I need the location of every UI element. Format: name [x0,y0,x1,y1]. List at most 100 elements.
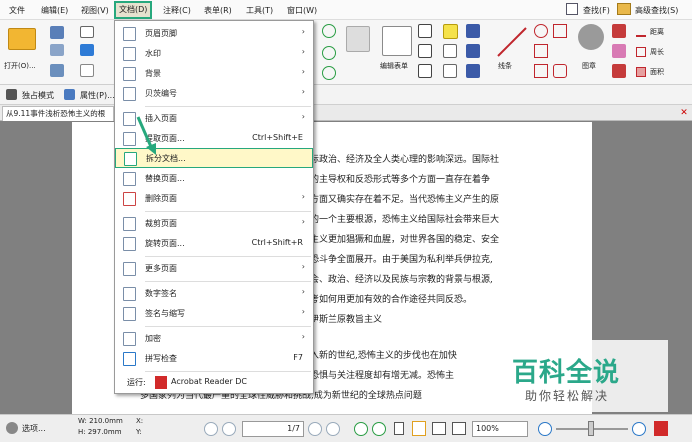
menu-view[interactable]: 视图(V) [78,3,112,18]
zoom-in-icon[interactable] [322,24,336,38]
menu-item-background[interactable]: 背景 › [115,64,313,84]
crop-pages-icon [123,217,136,231]
document-tab[interactable]: 从9.11事件浅析恐怖主义的根 [2,106,114,121]
page-number-input[interactable]: 1/7 [242,421,304,437]
single-page-icon[interactable] [394,422,404,435]
zoom-in-status-icon[interactable] [632,422,646,436]
lines-label[interactable]: 线条 [498,61,512,71]
page-height: H: 297.0mm [78,428,122,436]
zoom-slider-handle[interactable] [588,421,594,436]
note-icon[interactable] [466,24,480,38]
menu-item-rotate-pages[interactable]: 旋转页面... Ctrl+Shift+R [115,234,313,254]
sound-icon[interactable] [466,64,480,78]
pencil-icon[interactable] [612,64,626,78]
menu-item-digital-signature[interactable]: 数字签名 › [115,284,313,304]
prev-page-icon[interactable] [222,422,236,436]
menu-item-spell-check[interactable]: 拼写检查 F7 [115,349,313,369]
edit-form-icon[interactable] [382,26,412,56]
line-tool-icon[interactable] [494,24,534,60]
menu-item-header-footer[interactable]: 页眉页脚 › [115,24,313,44]
watermark-icon [123,47,136,61]
menu-tools[interactable]: 工具(T) [243,3,276,18]
text-box-icon[interactable] [418,44,432,58]
find-button[interactable]: 查找(F) [580,3,613,18]
polygon-icon[interactable] [534,44,548,58]
next-page-icon[interactable] [308,422,322,436]
cloud-icon[interactable] [553,24,567,38]
menu-item-more-pages[interactable]: 更多页面 › [115,259,313,279]
facing-page-icon[interactable] [432,422,446,435]
doc-line: 会、政治、经济以及民族与宗教的背景与根源, [310,275,493,285]
area-label[interactable]: 面积 [650,67,664,77]
zoom-dropdown-icon[interactable] [346,26,370,52]
menu-item-replace-pages[interactable]: 替换页面... [115,169,313,189]
open-label[interactable]: 打开(O)... [4,61,36,71]
continuous-facing-icon[interactable] [452,422,466,435]
perimeter-label[interactable]: 周长 [650,47,664,57]
forward-icon[interactable] [372,422,386,436]
open-folder-icon[interactable] [8,28,36,50]
rotate-left-icon[interactable] [322,46,336,60]
eraser-icon[interactable] [612,24,626,38]
edit-form-label[interactable]: 编辑表单 [380,61,408,71]
strikeout-icon[interactable] [443,44,457,58]
distance-label[interactable]: 距离 [650,27,664,37]
zoom-select[interactable]: 100% [472,421,528,437]
stamp-label[interactable]: 图章 [582,61,596,71]
menu-item-run-app[interactable]: 运行: Acrobat Reader DC [115,373,313,393]
menu-separator [145,326,311,327]
menu-item-bates-number[interactable]: 贝茨编号 › [115,84,313,104]
advanced-find-button[interactable]: 高级查找(S) [632,3,681,18]
properties-button[interactable]: 属性(P)... [80,90,115,101]
menu-file[interactable]: 文件 [6,3,28,18]
menu-item-encrypt[interactable]: 加密 › [115,329,313,349]
properties-icon [64,89,75,100]
text-list-icon[interactable] [418,64,432,78]
perimeter-icon [636,47,646,57]
menu-document[interactable]: 文档(D) [114,1,153,19]
pdf-icon[interactable] [654,421,668,436]
scan-icon[interactable] [50,64,64,77]
continuous-page-icon[interactable] [412,421,426,436]
menu-comment[interactable]: 注释(C) [160,3,194,18]
print-icon[interactable] [50,44,64,56]
email-icon[interactable] [80,26,94,38]
rotate-right-icon[interactable] [322,66,336,80]
zoom-out-icon[interactable] [538,422,552,436]
options-button[interactable]: 选项... [22,423,46,434]
doc-line: 恐惧与关注程度却有增无减。恐怖主 [310,371,455,381]
doc-line: 主义更加猖獗和血腥，对世界各国的稳定、安全 [310,235,500,245]
menu-item-watermark[interactable]: 水印 › [115,44,313,64]
menu-separator [145,211,311,212]
new-doc-icon[interactable] [80,64,94,77]
rectangle-icon[interactable] [534,64,548,78]
menu-edit[interactable]: 编辑(E) [38,3,71,18]
advanced-find-icon [617,3,631,15]
sign-initials-icon [123,307,136,321]
menu-item-delete-pages[interactable]: 删除页面 › [115,189,313,209]
text-field-icon[interactable] [418,24,432,38]
callout-icon[interactable] [553,64,567,78]
circle-icon[interactable] [534,24,548,38]
menu-item-sign-initials[interactable]: 签名与缩写 › [115,304,313,324]
submenu-arrow-icon: › [301,217,305,226]
back-icon[interactable] [354,422,368,436]
menu-item-crop-pages[interactable]: 裁剪页面 › [115,214,313,234]
menu-form[interactable]: 表单(R) [201,3,235,18]
stamp-icon[interactable] [578,24,604,50]
close-tab-icon[interactable]: ✕ [678,107,690,119]
highlighter-icon[interactable] [612,44,626,58]
solo-mode-button[interactable]: 独占模式 [22,90,54,101]
menu-window[interactable]: 窗口(W) [284,3,320,18]
solo-mode-icon [6,89,17,100]
first-page-icon[interactable] [204,422,218,436]
gear-icon[interactable] [6,422,18,434]
insert-text-icon[interactable] [443,64,457,78]
typewriter-icon[interactable] [443,24,458,39]
secondary-toolbar: 独占模式 属性(P)... [0,85,692,105]
submenu-arrow-icon: › [301,67,305,76]
last-page-icon[interactable] [326,422,340,436]
save-icon[interactable] [50,26,64,39]
share-icon[interactable] [80,44,94,56]
attach-icon[interactable] [466,44,480,58]
